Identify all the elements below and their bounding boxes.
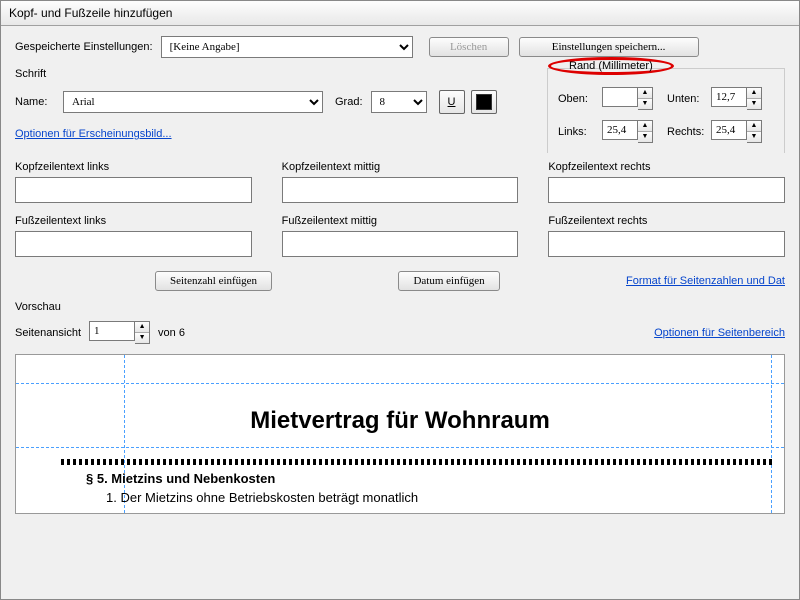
margin-top-label: Oben: [558,93,596,105]
underline-button[interactable]: U [439,90,465,114]
save-settings-button[interactable]: Einstellungen speichern... [519,37,699,57]
color-swatch-icon [476,94,492,110]
titlebar: Kopf- und Fußzeile hinzufügen [1,1,799,26]
footer-right-label: Fußzeilentext rechts [548,215,785,227]
saved-settings-label: Gespeicherte Einstellungen: [15,41,153,53]
page-of-label: von 6 [158,327,185,339]
margin-right-spinner[interactable]: ▲▼ [711,120,762,143]
chevron-up-icon: ▲ [638,88,652,99]
font-legend: Schrift [15,68,535,80]
preview-legend: Vorschau [15,301,61,313]
margins-legend: Rand (Millimeter) [569,60,653,72]
appearance-options-link[interactable]: Optionen für Erscheinungsbild... [15,128,172,140]
font-name-select[interactable]: Arial [63,91,323,113]
header-center-input[interactable] [282,177,519,203]
doc-section: § 5. Mietzins und Nebenkosten [86,471,275,486]
header-left-input[interactable] [15,177,252,203]
font-size-label: Grad: [335,96,363,108]
margin-bottom-spinner[interactable]: ▲▼ [711,87,762,110]
page-view-spinner[interactable]: ▲▼ [89,321,150,344]
divider-icon [61,459,772,465]
margin-bottom-label: Unten: [667,93,705,105]
footer-center-input[interactable] [282,231,519,257]
footer-right-input[interactable] [548,231,785,257]
font-name-label: Name: [15,96,55,108]
header-left-label: Kopfzeilentext links [15,161,252,173]
page-range-options-link[interactable]: Optionen für Seitenbereich [654,327,785,339]
dialog-window: Kopf- und Fußzeile hinzufügen Gespeicher… [0,0,800,600]
saved-settings-select[interactable]: [Keine Angabe] [161,36,413,58]
insert-page-number-button[interactable]: Seitenzahl einfügen [155,271,272,291]
doc-line: 1. Der Mietzins ohne Betriebskosten betr… [106,490,772,505]
delete-button[interactable]: Löschen [429,37,509,57]
margin-top-spinner[interactable]: ▲▼ [602,87,653,110]
chevron-down-icon: ▼ [638,99,652,109]
header-center-label: Kopfzeilentext mittig [282,161,519,173]
footer-left-label: Fußzeilentext links [15,215,252,227]
insert-date-button[interactable]: Datum einfügen [398,271,499,291]
page-number-format-link[interactable]: Format für Seitenzahlen und Dat [626,275,785,287]
doc-title: Mietvertrag für Wohnraum [16,407,784,435]
margin-left-label: Links: [558,126,596,138]
highlight-ellipse: Rand (Millimeter) [548,57,674,75]
page-view-label: Seitenansicht [15,327,81,339]
footer-left-input[interactable] [15,231,252,257]
header-right-input[interactable] [548,177,785,203]
font-color-button[interactable] [471,90,497,114]
margin-right-label: Rechts: [667,126,705,138]
header-right-label: Kopfzeilentext rechts [548,161,785,173]
footer-center-label: Fußzeilentext mittig [282,215,519,227]
margin-left-spinner[interactable]: ▲▼ [602,120,653,143]
preview-pane: Mietvertrag für Wohnraum § 5. Mietzins u… [15,354,785,514]
font-size-select[interactable]: 8 [371,91,427,113]
